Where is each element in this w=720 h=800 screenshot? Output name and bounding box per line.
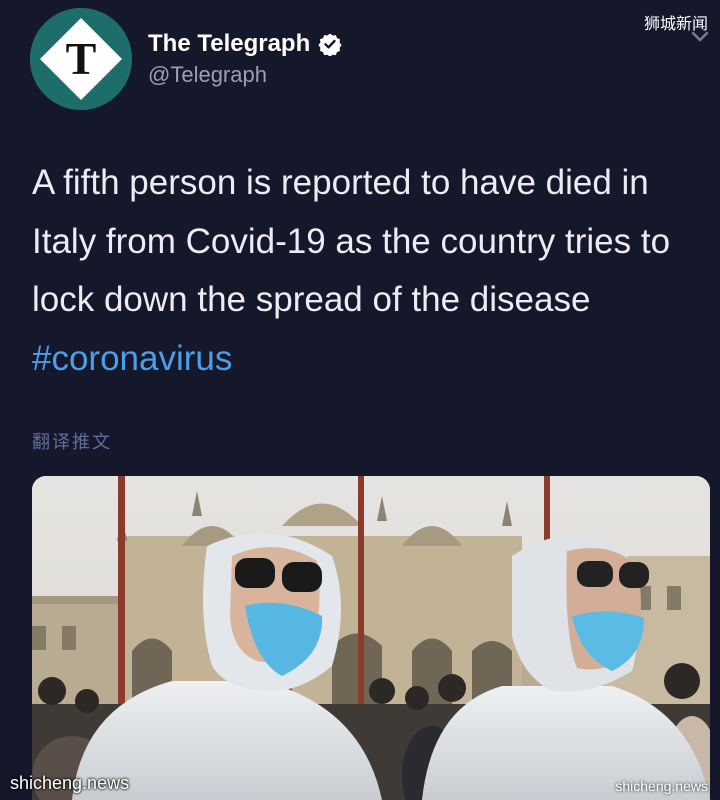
hashtag-link[interactable]: #coronavirus	[32, 339, 232, 378]
tweet-header: T The Telegraph @Telegraph	[30, 8, 342, 110]
account-info: The Telegraph @Telegraph	[148, 30, 342, 88]
tweet-photo[interactable]	[32, 476, 710, 800]
translate-tweet-link[interactable]: 翻译推文	[32, 428, 112, 454]
tweet-body: A fifth person is reported to have died …	[32, 163, 671, 319]
account-handle[interactable]: @Telegraph	[148, 62, 342, 88]
display-name[interactable]: The Telegraph	[148, 30, 310, 58]
avatar[interactable]: T	[30, 8, 132, 110]
verified-badge-icon	[318, 33, 342, 56]
watermark-bottom-left: shicheng.news	[10, 773, 130, 793]
watermark-bottom-right: shicheng.news	[615, 778, 708, 794]
photo-illustration	[32, 476, 710, 800]
avatar-letter: T	[66, 33, 97, 84]
telegraph-logo-icon: T	[30, 8, 132, 110]
chevron-down-icon[interactable]	[690, 30, 710, 44]
tweet-text: A fifth person is reported to have died …	[32, 154, 702, 388]
